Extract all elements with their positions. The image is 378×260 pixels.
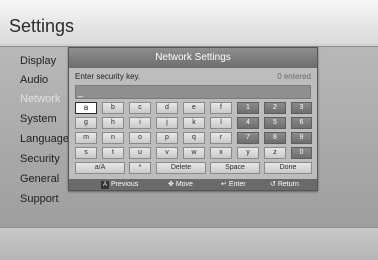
- a-button-icon: A: [101, 181, 109, 189]
- key-f[interactable]: f: [210, 102, 232, 114]
- key-u[interactable]: u: [129, 147, 151, 159]
- key-1[interactable]: 1: [237, 102, 259, 114]
- key-a[interactable]: a: [75, 102, 97, 114]
- hint-bar: A Previous ✥ Move ↵ Enter ↺ Return: [69, 179, 317, 190]
- move-icon: ✥: [168, 181, 174, 188]
- hint-previous: A Previous: [101, 179, 138, 190]
- space-button[interactable]: Space: [210, 162, 260, 174]
- key-7[interactable]: 7: [237, 132, 259, 144]
- menu-item-language[interactable]: Language: [20, 133, 69, 145]
- key-asterisk[interactable]: *: [129, 162, 151, 174]
- security-key-input[interactable]: _: [75, 85, 311, 99]
- key-shift[interactable]: a/A: [75, 162, 125, 174]
- key-r[interactable]: r: [210, 132, 232, 144]
- menu-item-display[interactable]: Display: [20, 55, 56, 67]
- key-m[interactable]: m: [75, 132, 97, 144]
- key-k[interactable]: k: [183, 117, 205, 129]
- key-0[interactable]: 0: [291, 147, 312, 159]
- key-n[interactable]: n: [102, 132, 124, 144]
- delete-button[interactable]: Delete: [156, 162, 206, 174]
- hint-move: ✥ Move: [168, 179, 193, 190]
- key-o[interactable]: o: [129, 132, 151, 144]
- key-v[interactable]: v: [156, 147, 178, 159]
- key-3[interactable]: 3: [291, 102, 312, 114]
- key-d[interactable]: d: [156, 102, 178, 114]
- hint-previous-label: Previous: [111, 181, 139, 188]
- key-4[interactable]: 4: [237, 117, 259, 129]
- hint-return: ↺ Return: [270, 179, 299, 190]
- menu-item-network[interactable]: Network: [20, 93, 60, 105]
- key-w[interactable]: w: [183, 147, 205, 159]
- key-t[interactable]: t: [102, 147, 124, 159]
- key-q[interactable]: q: [183, 132, 205, 144]
- key-i[interactable]: i: [129, 117, 151, 129]
- settings-screen: Settings Display Audio Network System La…: [0, 0, 378, 260]
- menu-item-general[interactable]: General: [20, 173, 59, 185]
- key-6[interactable]: 6: [291, 117, 312, 129]
- key-9[interactable]: 9: [291, 132, 312, 144]
- key-h[interactable]: h: [102, 117, 124, 129]
- key-x[interactable]: x: [210, 147, 232, 159]
- key-s[interactable]: s: [75, 147, 97, 159]
- hint-enter-label: Enter: [228, 181, 246, 188]
- menu-item-system[interactable]: System: [20, 113, 57, 125]
- key-5[interactable]: 5: [264, 117, 286, 129]
- menu-item-audio[interactable]: Audio: [20, 74, 48, 86]
- menu-item-support[interactable]: Support: [20, 193, 59, 205]
- hint-move-label: Move: [175, 181, 193, 188]
- key-l[interactable]: l: [210, 117, 232, 129]
- entered-count: 0 entered: [277, 72, 311, 81]
- dialog-title: Network Settings: [69, 48, 317, 68]
- page-title: Settings: [9, 16, 75, 36]
- title-bar: Settings: [0, 0, 378, 44]
- key-g[interactable]: g: [75, 117, 97, 129]
- key-c[interactable]: c: [129, 102, 151, 114]
- bottom-band: [0, 228, 378, 260]
- key-8[interactable]: 8: [264, 132, 286, 144]
- network-settings-dialog: Network Settings Enter security key. 0 e…: [68, 47, 318, 191]
- key-p[interactable]: p: [156, 132, 178, 144]
- key-b[interactable]: b: [102, 102, 124, 114]
- hint-return-label: Return: [277, 181, 299, 188]
- hint-enter: ↵ Enter: [221, 179, 246, 190]
- return-icon: ↺: [270, 181, 276, 188]
- key-z[interactable]: z: [264, 147, 286, 159]
- enter-icon: ↵: [221, 181, 227, 188]
- done-button[interactable]: Done: [264, 162, 312, 174]
- key-j[interactable]: j: [156, 117, 178, 129]
- key-2[interactable]: 2: [264, 102, 286, 114]
- prompt-label: Enter security key.: [75, 72, 141, 81]
- key-e[interactable]: e: [183, 102, 205, 114]
- menu-item-security[interactable]: Security: [20, 153, 60, 165]
- key-y[interactable]: y: [237, 147, 259, 159]
